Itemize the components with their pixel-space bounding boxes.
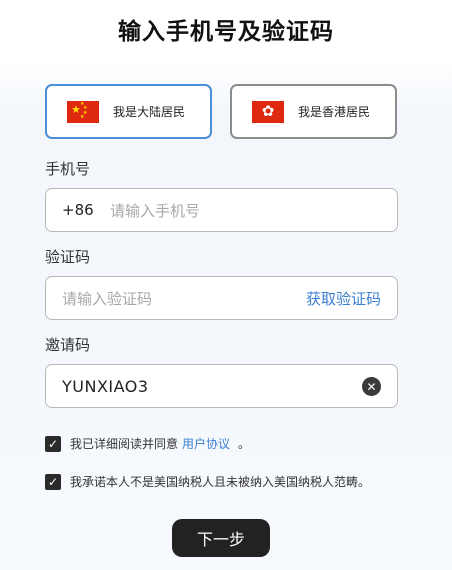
- tax-checkbox[interactable]: ✓: [45, 473, 61, 490]
- verification-code-input[interactable]: 请输入验证码 获取验证码: [45, 276, 398, 320]
- region-label-mainland: 我是大陆居民: [113, 105, 186, 119]
- agreement-row-tax: ✓ 我承诺本人不是美国纳税人且未被纳入美国纳税人范畴。: [45, 473, 370, 490]
- clear-icon[interactable]: ✕: [362, 377, 381, 396]
- invite-code-label: 邀请码: [45, 336, 91, 354]
- terms-suffix: 。: [238, 437, 251, 451]
- tax-declaration-text: 我承诺本人不是美国纳税人且未被纳入美国纳税人范畴。: [70, 475, 371, 489]
- terms-text: 我已详细阅读并同意: [70, 437, 179, 451]
- verification-code-label: 验证码: [45, 248, 91, 266]
- user-agreement-link[interactable]: 用户协议: [182, 435, 230, 452]
- country-code-prefix[interactable]: +86: [62, 201, 110, 219]
- phone-placeholder: 请输入手机号: [110, 201, 201, 220]
- check-icon: ✓: [47, 474, 59, 489]
- get-code-button[interactable]: 获取验证码: [306, 288, 381, 309]
- region-option-mainland[interactable]: ★ ★ ★ ★ ★ 我是大陆居民: [45, 84, 212, 139]
- page-title: 输入手机号及验证码: [118, 19, 334, 45]
- china-flag-icon: ★ ★ ★ ★ ★: [67, 100, 99, 123]
- phone-input[interactable]: +86 请输入手机号: [45, 188, 398, 232]
- invite-code-value: YUNXIAO3: [62, 376, 149, 396]
- region-option-hong-kong[interactable]: ✿ 我是香港居民: [230, 84, 397, 139]
- verification-code-placeholder: 请输入验证码: [62, 289, 153, 308]
- check-icon: ✓: [47, 436, 59, 451]
- invite-code-input[interactable]: YUNXIAO3 ✕: [45, 364, 398, 408]
- region-label-hong-kong: 我是香港居民: [298, 105, 371, 119]
- next-step-button[interactable]: 下一步: [172, 519, 270, 557]
- phone-label: 手机号: [45, 160, 91, 178]
- agreement-row-terms: ✓ 我已详细阅读并同意 用户协议 。: [45, 435, 250, 452]
- terms-checkbox[interactable]: ✓: [45, 435, 61, 452]
- hong-kong-flag-icon: ✿: [252, 100, 284, 123]
